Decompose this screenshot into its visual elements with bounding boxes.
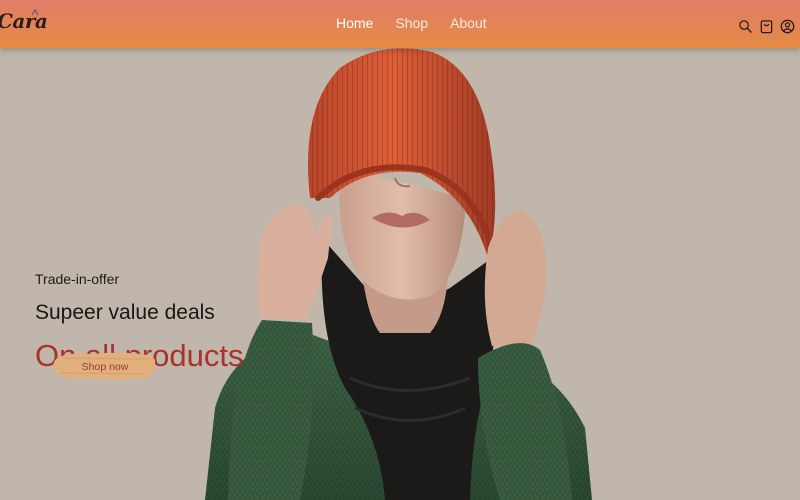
- shop-now-label: Shop now: [81, 361, 129, 373]
- nav-link-home[interactable]: Home: [336, 15, 373, 31]
- shop-now-button[interactable]: Shop now: [52, 350, 158, 381]
- nav-link-about[interactable]: About: [450, 15, 487, 31]
- main-nav: Home Shop About: [336, 15, 509, 31]
- nav-icon-group: [738, 19, 795, 34]
- logo-flourish-icon: [31, 9, 39, 16]
- top-navbar: Cara Home Shop About: [0, 0, 800, 48]
- search-icon[interactable]: [738, 19, 753, 34]
- shopping-bag-icon[interactable]: [759, 19, 774, 34]
- nav-link-shop[interactable]: Shop: [395, 15, 428, 31]
- brand-logo[interactable]: Cara: [0, 9, 48, 33]
- user-icon[interactable]: [780, 19, 795, 34]
- hero-headline: Supeer value deals: [35, 301, 215, 324]
- hero-model-photo: [0, 48, 800, 500]
- hero-banner: Trade-in-offer Supeer value deals On all…: [0, 48, 800, 500]
- hero-eyebrow: Trade-in-offer: [35, 271, 120, 287]
